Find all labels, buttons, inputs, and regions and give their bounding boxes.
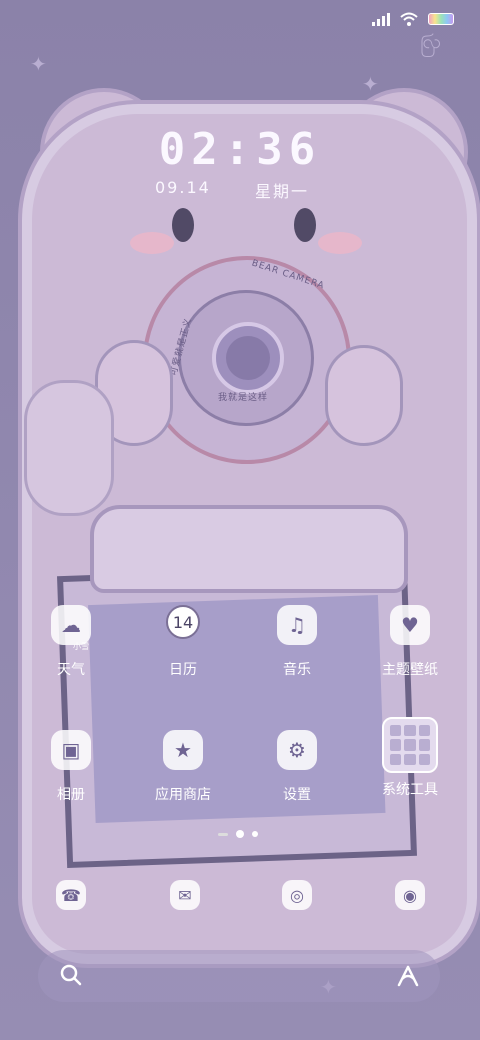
- small-bear-illustration: [24, 380, 114, 516]
- search-bar[interactable]: [38, 950, 440, 1002]
- battery-icon: [428, 13, 454, 25]
- weather-icon: ☁: [51, 605, 91, 645]
- app-music[interactable]: ♫ 音乐: [252, 605, 342, 679]
- app-store-icon: ★: [163, 730, 203, 770]
- app-gallery[interactable]: ▣ 相册: [26, 730, 116, 804]
- app-store[interactable]: ★ 应用商店: [138, 730, 228, 804]
- theme-icon: ♥: [390, 605, 430, 645]
- page-indicator[interactable]: [218, 830, 258, 838]
- star-deco-icon: ✦: [362, 72, 379, 96]
- app-label: 日历: [169, 662, 197, 678]
- app-settings[interactable]: ⚙ 设置: [252, 730, 342, 804]
- bear-paw-right: [325, 345, 403, 446]
- status-bar: [372, 12, 454, 26]
- camera-icon[interactable]: ◉: [395, 880, 425, 910]
- app-theme-wallpaper[interactable]: ♥ 主题壁纸: [365, 605, 455, 679]
- search-icon[interactable]: [60, 964, 82, 986]
- page-dot-active[interactable]: [236, 830, 244, 838]
- weather-condition: 小雪: [73, 642, 89, 651]
- gallery-icon: ▣: [51, 730, 91, 770]
- app-label: 天气: [57, 662, 85, 678]
- bear-blush-right: [318, 232, 362, 254]
- swirl-deco-icon: ꩺ: [420, 29, 442, 53]
- app-label: 应用商店: [155, 787, 211, 803]
- app-label: 音乐: [283, 662, 311, 678]
- browser-icon[interactable]: ◎: [282, 880, 312, 910]
- app-weather[interactable]: ☁ 小雪 天气: [26, 605, 116, 679]
- page-dot[interactable]: [218, 832, 228, 836]
- app-label: 设置: [283, 787, 311, 803]
- bear-eye-left: [172, 208, 194, 242]
- bear-blush-left: [130, 232, 174, 254]
- assistant-icon[interactable]: [396, 964, 420, 988]
- camera-label-bottom: 我就是这样: [218, 393, 269, 403]
- page-dot[interactable]: [252, 831, 258, 837]
- clock-time[interactable]: 02:36: [0, 124, 480, 175]
- clock-weekday[interactable]: 星期一: [255, 178, 309, 202]
- app-label: 主题壁纸: [382, 662, 438, 678]
- phone-icon[interactable]: ☎: [56, 880, 86, 910]
- messages-icon[interactable]: ✉: [170, 880, 200, 910]
- app-label: 相册: [57, 787, 85, 803]
- star-deco-icon: ✦: [30, 52, 47, 76]
- music-icon: ♫: [277, 605, 317, 645]
- app-calendar[interactable]: 14 日历: [138, 605, 228, 679]
- folder-system-tools[interactable]: 系统工具: [365, 717, 455, 799]
- settings-icon: ⚙: [277, 730, 317, 770]
- camera-lens: [212, 322, 284, 394]
- bear-eye-right: [294, 208, 316, 242]
- signal-icon: [372, 12, 390, 26]
- clock-date[interactable]: 09.14: [155, 178, 211, 197]
- calendar-icon: 14: [166, 605, 200, 639]
- folder-icon: [382, 717, 438, 773]
- bear-sign-illustration: [90, 505, 408, 593]
- wifi-icon: [400, 12, 418, 26]
- app-label: 系统工具: [382, 782, 438, 798]
